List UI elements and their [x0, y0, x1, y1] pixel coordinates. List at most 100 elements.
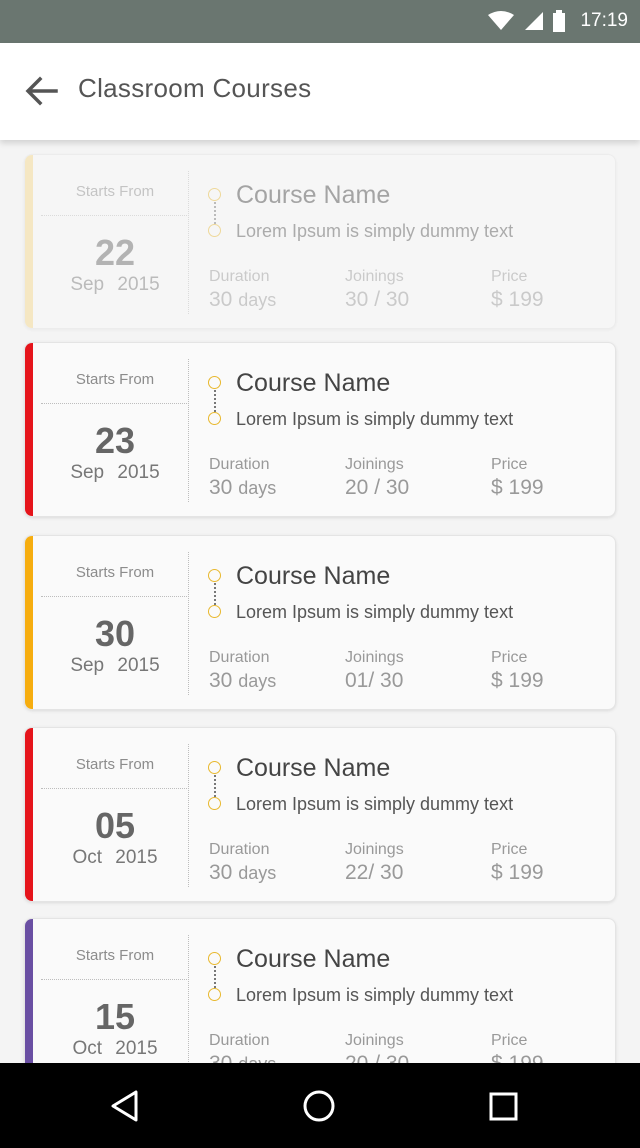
start-month: Sep — [70, 655, 105, 676]
duration-label: Duration — [209, 841, 270, 858]
joinings: Joinings 30 / 30 — [345, 268, 409, 312]
divider — [188, 359, 189, 502]
battery-icon — [553, 10, 566, 32]
start-date: Starts From 22 Sep 2015 — [41, 171, 189, 314]
joinings-value: 30 / 30 — [345, 288, 410, 311]
course-card[interactable]: Starts From 30 Sep 2015 Course Name Lore… — [24, 535, 616, 710]
price: Price $ 199 — [491, 841, 544, 885]
course-card[interactable]: Starts From 23 Sep 2015 Course Name Lore… — [24, 342, 616, 517]
start-month-year: Sep 2015 — [41, 274, 189, 296]
divider — [188, 935, 189, 1063]
wifi-icon — [488, 11, 515, 30]
start-date: Starts From 23 Sep 2015 — [41, 359, 189, 502]
duration: Duration 30 days — [209, 456, 276, 500]
start-date: Starts From 30 Sep 2015 — [41, 552, 189, 695]
duration-unit: days — [238, 290, 277, 310]
duration: Duration 30 days — [209, 649, 276, 693]
start-month: Oct — [72, 1038, 102, 1059]
course-name: Course Name — [236, 562, 391, 590]
duration-label: Duration — [209, 268, 270, 285]
duration-value: 30 — [209, 288, 233, 311]
duration-value: 30 — [209, 669, 233, 692]
course-description: Lorem Ipsum is simply dummy text — [236, 409, 514, 429]
start-month-year: Oct 2015 — [41, 847, 189, 869]
price: Price $ 199 — [491, 456, 544, 500]
course-card[interactable]: Starts From 05 Oct 2015 Course Name Lore… — [24, 727, 616, 902]
clock: 17:19 — [580, 10, 628, 31]
course-card[interactable]: Starts From 15 Oct 2015 Course Name Lore… — [24, 918, 616, 1063]
course-card[interactable]: Starts From 22 Sep 2015 Course Name Lore… — [24, 154, 616, 329]
status-bar: 17:19 — [0, 0, 640, 43]
timeline-icon — [207, 569, 223, 619]
card-accent-bar — [25, 919, 33, 1063]
starts-from-label: Starts From — [41, 552, 189, 597]
duration-unit: days — [238, 1054, 276, 1063]
price-label: Price — [491, 649, 528, 666]
timeline-icon — [207, 376, 223, 426]
duration-label: Duration — [209, 456, 270, 473]
start-month-year: Oct 2015 — [41, 1038, 189, 1060]
start-year: 2015 — [117, 655, 160, 676]
page-title: Classroom Courses — [78, 73, 312, 103]
duration-unit: days — [238, 863, 277, 883]
timeline-icon — [207, 188, 223, 238]
duration-label: Duration — [209, 1032, 270, 1049]
joinings-label: Joinings — [345, 268, 404, 285]
course-name: Course Name — [236, 945, 391, 973]
duration-label: Duration — [209, 649, 270, 666]
card-accent-bar — [25, 728, 33, 901]
price-label: Price — [491, 841, 528, 858]
start-month: Sep — [70, 274, 105, 295]
joinings-value: 01/ 30 — [345, 669, 404, 692]
course-description: Lorem Ipsum is simply dummy text — [236, 794, 514, 814]
price: Price $ 199 — [491, 649, 544, 693]
price-value: $ 199 — [491, 861, 544, 884]
joinings-value: 20 / 30 — [345, 1052, 409, 1063]
joinings-value: 22/ 30 — [345, 861, 404, 884]
start-month: Oct — [72, 847, 102, 868]
joinings-label: Joinings — [345, 841, 404, 858]
home-circle-icon[interactable] — [300, 1087, 338, 1125]
divider — [188, 744, 189, 887]
joinings-value: 20 / 30 — [345, 476, 410, 499]
joinings: Joinings 20 / 30 — [345, 456, 409, 500]
duration: Duration 30 days — [209, 1032, 276, 1063]
starts-from-label: Starts From — [41, 935, 189, 980]
card-accent-bar — [25, 343, 33, 516]
timeline-icon — [207, 761, 223, 811]
start-month: Sep — [70, 462, 105, 483]
start-year: 2015 — [117, 462, 160, 483]
price-label: Price — [491, 456, 528, 473]
start-month-year: Sep 2015 — [41, 655, 189, 677]
joinings-label: Joinings — [345, 649, 404, 666]
joinings: Joinings 20 / 30 — [345, 1032, 409, 1063]
price: Price $ 199 — [491, 268, 544, 312]
course-name: Course Name — [236, 754, 391, 782]
start-day: 15 — [94, 996, 136, 1037]
course-list[interactable]: Starts From 22 Sep 2015 Course Name Lore… — [0, 140, 640, 1063]
joinings-label: Joinings — [345, 1032, 404, 1049]
start-date: Starts From 15 Oct 2015 — [41, 935, 189, 1063]
start-day: 23 — [94, 420, 136, 461]
duration-value: 30 — [209, 1052, 232, 1063]
cell-signal-icon — [525, 12, 544, 30]
recents-square-icon[interactable] — [484, 1087, 522, 1125]
duration: Duration 30 days — [209, 841, 276, 885]
duration-unit: days — [238, 478, 277, 498]
price-value: $ 199 — [491, 476, 544, 499]
duration-value: 30 — [209, 476, 233, 499]
joinings-label: Joinings — [345, 456, 404, 473]
app-bar: Classroom Courses — [0, 43, 640, 140]
start-day: 22 — [94, 232, 136, 273]
back-triangle-icon[interactable] — [106, 1087, 144, 1125]
start-day: 05 — [94, 805, 136, 846]
starts-from-label: Starts From — [41, 359, 189, 404]
system-nav-bar — [0, 1063, 640, 1148]
duration-value: 30 — [209, 861, 233, 884]
joinings: Joinings 01/ 30 — [345, 649, 404, 693]
course-name: Course Name — [236, 181, 391, 209]
starts-from-label: Starts From — [41, 744, 189, 789]
price-value: $ 199 — [491, 1052, 544, 1063]
course-name: Course Name — [236, 369, 391, 397]
arrow-left-icon[interactable] — [22, 73, 62, 109]
